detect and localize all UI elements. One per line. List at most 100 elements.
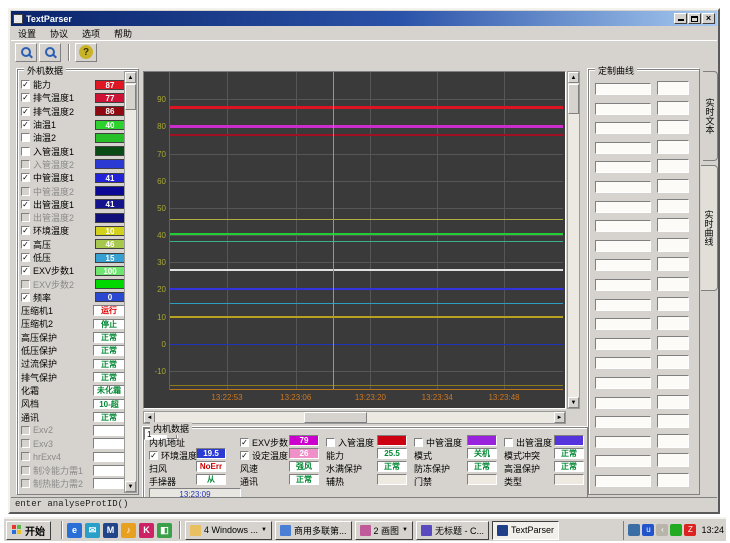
custom-name-field[interactable]	[595, 259, 651, 271]
custom-value-field[interactable]	[657, 277, 689, 291]
scroll-down-icon[interactable]: ▼	[568, 397, 579, 408]
custom-name-field[interactable]	[595, 181, 651, 193]
checkbox[interactable]	[21, 147, 30, 156]
custom-name-field[interactable]	[595, 240, 651, 252]
empty-field[interactable]	[93, 465, 125, 476]
zoom-in-button[interactable]	[15, 43, 37, 62]
msn-icon[interactable]: M	[103, 523, 118, 538]
checkbox[interactable]	[504, 438, 513, 447]
scroll-up-icon[interactable]: ▲	[125, 72, 136, 83]
checkbox[interactable]	[21, 439, 30, 448]
checkbox[interactable]	[21, 133, 30, 142]
side-tab-1[interactable]: 实时曲线	[701, 165, 718, 291]
title-bar[interactable]: TextParser ×	[11, 11, 717, 26]
custom-value-field[interactable]	[657, 218, 689, 232]
checkbox[interactable]: ✓	[21, 253, 30, 262]
fax-icon[interactable]	[628, 524, 640, 536]
custom-value-field[interactable]	[657, 316, 689, 330]
custom-name-field[interactable]	[595, 201, 651, 213]
checkbox[interactable]: ✓	[149, 451, 158, 460]
menu-item-2[interactable]: 选项	[75, 26, 107, 41]
custom-name-field[interactable]	[595, 338, 651, 350]
custom-value-field[interactable]	[657, 395, 689, 409]
checkbox[interactable]: ✓	[240, 438, 249, 447]
antivirus-icon[interactable]: Z	[684, 524, 696, 536]
empty-field[interactable]	[93, 478, 125, 489]
checkbox[interactable]	[414, 438, 423, 447]
ie-icon[interactable]: e	[67, 523, 82, 538]
close-button[interactable]: ×	[702, 13, 715, 24]
network-icon[interactable]	[670, 524, 682, 536]
custom-name-field[interactable]	[595, 142, 651, 154]
checkbox[interactable]: ✓	[21, 226, 30, 235]
checkbox[interactable]: ✓	[21, 80, 30, 89]
custom-value-field[interactable]	[657, 159, 689, 173]
custom-name-field[interactable]	[595, 220, 651, 232]
custom-value-field[interactable]	[657, 473, 689, 487]
custom-value-field[interactable]	[657, 140, 689, 154]
custom-name-field[interactable]	[595, 377, 651, 389]
checkbox[interactable]: ✓	[21, 107, 30, 116]
checkbox[interactable]: ✓	[21, 120, 30, 129]
taskbar-button[interactable]: 4 Windows ...▼	[185, 521, 272, 540]
minimize-button[interactable]	[674, 13, 687, 24]
chart-time-cursor[interactable]	[333, 72, 334, 390]
checkbox[interactable]: ✓	[21, 93, 30, 102]
outdoor-scrollbar[interactable]: ▲ ▼	[124, 71, 137, 493]
scroll-up-icon[interactable]: ▲	[568, 72, 579, 83]
custom-value-field[interactable]	[657, 434, 689, 448]
custom-value-field[interactable]	[657, 355, 689, 369]
checkbox[interactable]: ✓	[21, 240, 30, 249]
custom-name-field[interactable]	[595, 122, 651, 134]
side-tab-0[interactable]: 实时文本	[703, 71, 718, 161]
zoom-out-button[interactable]	[39, 43, 61, 62]
restore-button[interactable]	[688, 13, 701, 24]
checkbox[interactable]	[21, 187, 30, 196]
custom-name-field[interactable]	[595, 416, 651, 428]
security-icon[interactable]: K	[139, 523, 154, 538]
custom-name-field[interactable]	[595, 397, 651, 409]
custom-value-field[interactable]	[657, 179, 689, 193]
scroll-thumb[interactable]	[304, 412, 367, 423]
scroll-down-icon[interactable]: ▼	[125, 481, 136, 492]
custom-value-field[interactable]	[657, 257, 689, 271]
checkbox[interactable]: ✓	[21, 266, 30, 275]
checkbox[interactable]: ✓	[21, 173, 30, 182]
checkbox[interactable]	[21, 426, 30, 435]
explorer-icon[interactable]: ◧	[157, 523, 172, 538]
taskbar-button[interactable]: TextParser	[492, 521, 559, 540]
chart-h-scrollbar[interactable]: ◄ ►	[143, 411, 566, 424]
custom-name-field[interactable]	[595, 279, 651, 291]
mail-icon[interactable]: ✉	[85, 523, 100, 538]
checkbox[interactable]	[21, 280, 30, 289]
taskbar-button[interactable]: 无标题 - C...	[416, 521, 489, 540]
empty-field[interactable]	[93, 452, 125, 463]
help-button[interactable]: ?	[75, 43, 97, 62]
custom-name-field[interactable]	[595, 161, 651, 173]
checkbox[interactable]	[21, 213, 30, 222]
scroll-thumb[interactable]	[125, 84, 136, 110]
checkbox[interactable]	[21, 160, 30, 169]
taskbar-button[interactable]: 2 画图▼	[355, 521, 413, 540]
checkbox[interactable]	[21, 479, 30, 488]
menu-item-1[interactable]: 协议	[43, 26, 75, 41]
custom-value-field[interactable]	[657, 453, 689, 467]
checkbox[interactable]: ✓	[21, 293, 30, 302]
scroll-thumb[interactable]	[568, 84, 579, 114]
checkbox[interactable]: ✓	[21, 200, 30, 209]
empty-field[interactable]	[93, 425, 125, 436]
custom-name-field[interactable]	[595, 83, 651, 95]
custom-name-field[interactable]	[595, 455, 651, 467]
custom-name-field[interactable]	[595, 357, 651, 369]
update-icon[interactable]: u	[642, 524, 654, 536]
custom-value-field[interactable]	[657, 101, 689, 115]
custom-value-field[interactable]	[657, 120, 689, 134]
custom-value-field[interactable]	[657, 336, 689, 350]
menu-item-0[interactable]: 设置	[11, 26, 43, 41]
chevron-down-icon[interactable]: ▼	[261, 527, 267, 533]
empty-field[interactable]	[93, 438, 125, 449]
checkbox[interactable]	[21, 452, 30, 461]
scroll-right-icon[interactable]: ►	[554, 412, 565, 423]
checkbox[interactable]	[326, 438, 335, 447]
custom-name-field[interactable]	[595, 299, 651, 311]
